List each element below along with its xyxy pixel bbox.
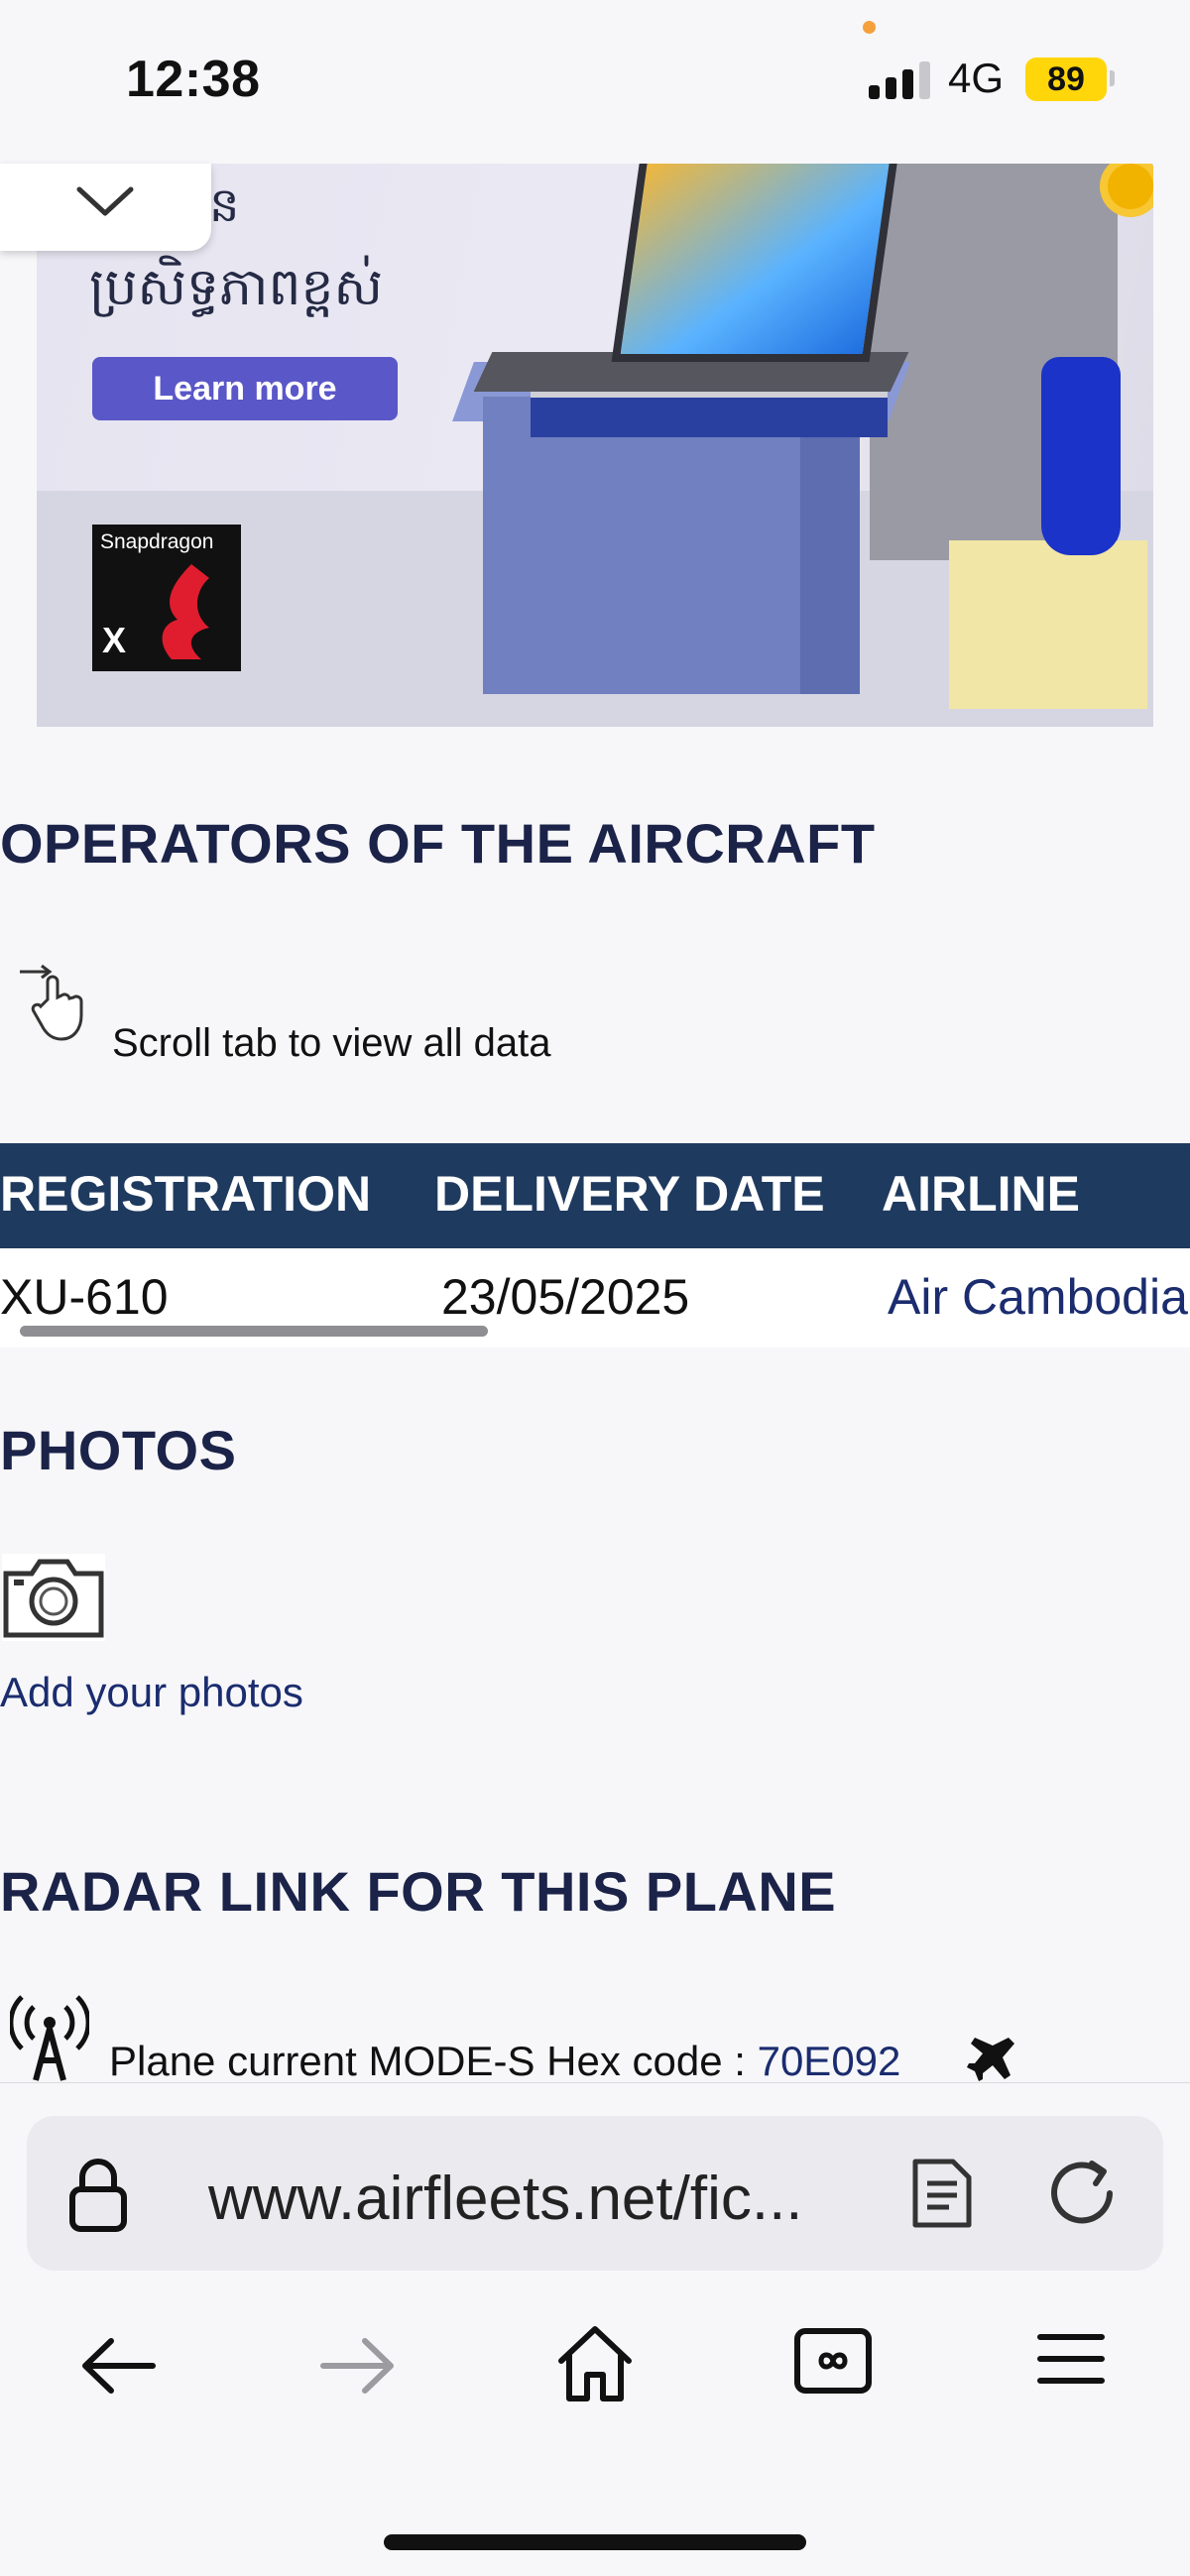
column-delivery-date: DELIVERY DATE [434, 1166, 825, 1222]
cell-airline-link[interactable]: Air Cambodia [888, 1268, 1188, 1326]
ad-books [531, 390, 888, 437]
battery-tip [1110, 70, 1115, 86]
status-time: 12:38 [126, 51, 261, 108]
learn-more-button[interactable]: Learn more [92, 357, 398, 420]
battery-icon: 89 [1025, 58, 1107, 101]
add-photos-link[interactable]: Add your photos [0, 1669, 303, 1716]
back-arrow-icon[interactable] [79, 2331, 159, 2400]
ad-laptop-screen [611, 164, 900, 362]
home-icon[interactable] [553, 2321, 637, 2404]
snapdragon-flame-icon [162, 564, 209, 659]
modes-label: Plane current MODE-S Hex code : [109, 2038, 758, 2084]
forward-arrow-icon[interactable] [317, 2331, 397, 2400]
antenna-icon [10, 1995, 89, 2081]
network-type: 4G [948, 55, 1005, 101]
photos-title: PHOTOS [0, 1419, 237, 1481]
table-scrollbar[interactable] [20, 1326, 488, 1337]
operators-title: OPERATORS OF THE AIRCRAFT [0, 812, 876, 875]
column-registration: REGISTRATION [0, 1166, 372, 1222]
camera-icon[interactable] [0, 1552, 107, 1643]
ad-flower [1108, 164, 1153, 209]
collapse-ad-button[interactable] [0, 164, 211, 251]
ad-headline-line2: ប្រសិទ្ធភាពខ្ពស់ [89, 258, 384, 317]
table-header: REGISTRATION DELIVERY DATE AIRLINE [0, 1143, 1190, 1248]
chevron-down-icon [76, 186, 134, 216]
cell-registration: XU-610 [0, 1269, 169, 1325]
snapdragon-logo: Snapdragon X [92, 525, 241, 671]
radar-title: RADAR LINK FOR THIS PLANE [0, 1860, 837, 1923]
url-text[interactable]: www.airfleets.net/fic... [208, 2164, 803, 2234]
cell-delivery-date: 23/05/2025 [441, 1269, 690, 1325]
ad-yellow-block [949, 540, 1147, 709]
scroll-hand-icon [20, 964, 83, 1041]
column-airline: AIRLINE [882, 1166, 1080, 1222]
address-bar[interactable]: www.airfleets.net/fic... [27, 2116, 1163, 2271]
home-indicator[interactable] [384, 2534, 806, 2550]
ad-pedestal [483, 397, 860, 694]
operators-table[interactable]: REGISTRATION DELIVERY DATE AIRLINE XU-61… [0, 1143, 1190, 1347]
privacy-indicator [863, 21, 876, 34]
status-bar: 12:38 4G 89 [0, 0, 1190, 164]
modes-line: Plane current MODE-S Hex code : 70E092 [109, 2038, 900, 2085]
ad-vase [1041, 357, 1121, 555]
reader-mode-icon[interactable] [909, 2156, 975, 2231]
browser-toolbar: www.airfleets.net/fic... [0, 2082, 1190, 2576]
scroll-hint: Scroll tab to view all data [112, 1021, 551, 1065]
modes-hex-link[interactable]: 70E092 [758, 2038, 901, 2084]
tabs-icon[interactable] [793, 2325, 873, 2397]
reload-icon[interactable] [1046, 2156, 1126, 2231]
menu-icon[interactable] [1036, 2329, 1106, 2389]
plane-icon[interactable] [967, 2036, 1016, 2081]
signal-icon [869, 59, 932, 99]
lock-icon [69, 2159, 127, 2232]
ad-banner[interactable]: ប្រូបង្កើន ប្រសិទ្ធភាពខ្ពស់ Learn more S… [37, 164, 1153, 727]
